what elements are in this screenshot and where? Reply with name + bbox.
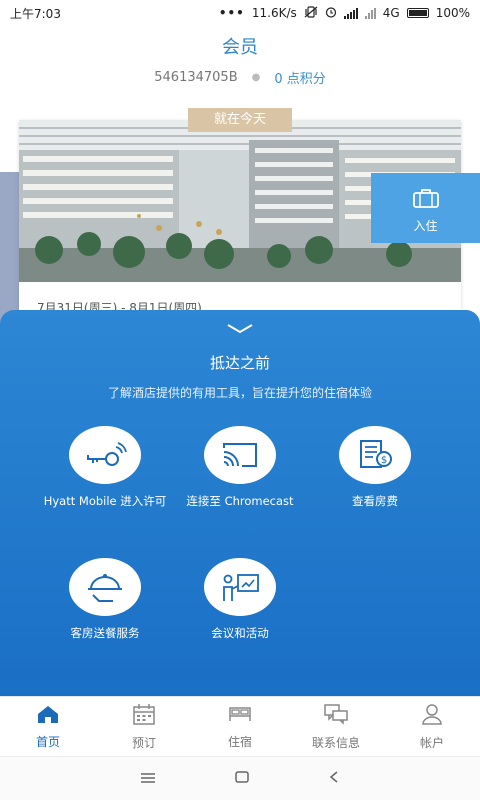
member-id: 546134705B xyxy=(154,70,238,85)
today-badge: 就在今天 xyxy=(188,108,292,132)
bed-icon xyxy=(227,704,253,727)
calendar-icon xyxy=(132,703,156,728)
bill-icon: $ xyxy=(339,426,411,484)
checkin-button[interactable]: 入住 xyxy=(371,173,480,243)
tool-label: 查看房费 xyxy=(352,494,398,508)
home-button-icon[interactable] xyxy=(234,769,250,788)
card-decoration xyxy=(0,172,19,322)
page-title: 会员 xyxy=(222,37,258,58)
cast-icon xyxy=(204,426,276,484)
tool-label: 客房送餐服务 xyxy=(70,626,140,640)
luggage-icon xyxy=(371,187,480,213)
panel-description: 了解酒店提供的有用工具，旨在提升您的住宿体验 xyxy=(107,386,372,400)
tool-meetings-events[interactable]: 会议和活动 xyxy=(170,558,310,641)
points-link[interactable]: 0 点积分 xyxy=(274,68,325,87)
tab-contact[interactable]: 联系信息 xyxy=(288,697,384,756)
tab-account[interactable]: 帐户 xyxy=(384,697,480,756)
tool-chromecast[interactable]: 连接至 Chromecast xyxy=(170,426,310,509)
tab-home[interactable]: 首页 xyxy=(0,697,96,756)
tool-label: 会议和活动 xyxy=(211,626,269,640)
tab-label: 联系信息 xyxy=(311,735,360,750)
network-type: 4G xyxy=(382,6,400,20)
more-dots-icon: ••• xyxy=(218,6,245,20)
vibrate-icon xyxy=(304,5,318,21)
alarm-icon xyxy=(325,6,337,21)
before-arrival-panel: 抵达之前 了解酒店提供的有用工具，旨在提升您的住宿体验 Hyatt Mobile… xyxy=(0,310,480,696)
system-nav-bar xyxy=(0,756,480,800)
back-icon[interactable] xyxy=(328,769,340,788)
battery-icon xyxy=(406,8,429,18)
presentation-icon xyxy=(204,558,276,616)
tool-view-bill[interactable]: $ 查看房费 xyxy=(305,426,445,509)
tab-label: 住宿 xyxy=(227,734,252,749)
key-icon xyxy=(69,426,141,484)
home-icon xyxy=(36,704,60,727)
tool-label: Hyatt Mobile 进入许可 xyxy=(43,494,167,508)
panel-title: 抵达之前 xyxy=(209,354,270,372)
tab-label: 预订 xyxy=(131,735,156,750)
status-bar: 上午7:03 ••• 11.6K/s 4G 100% xyxy=(0,0,480,26)
tool-room-service[interactable]: 客房送餐服务 xyxy=(35,558,175,641)
bottom-tab-bar: 首页 预订 住宿 联系信息 帐户 xyxy=(0,696,480,756)
status-time: 上午7:03 xyxy=(10,6,61,21)
battery-percent: 100% xyxy=(435,6,470,20)
chat-icon xyxy=(323,703,349,728)
chevron-down-icon[interactable] xyxy=(226,320,254,339)
member-header: 会员 546134705B ● 0 点积分 xyxy=(0,28,480,87)
tool-mobile-key[interactable]: Hyatt Mobile 进入许可 xyxy=(35,426,175,509)
network-speed: 11.6K/s xyxy=(251,6,297,20)
room-service-icon xyxy=(69,558,141,616)
signal-icon-2 xyxy=(364,7,376,19)
tab-label: 首页 xyxy=(35,734,60,749)
tool-label: 连接至 Chromecast xyxy=(186,494,294,508)
separator-dot: ● xyxy=(251,72,261,83)
tab-label: 帐户 xyxy=(419,735,444,750)
svg-text:$: $ xyxy=(381,455,387,466)
menu-icon[interactable] xyxy=(140,769,156,788)
signal-icon xyxy=(343,7,358,19)
checkin-label: 入住 xyxy=(413,219,438,233)
tab-stay[interactable]: 住宿 xyxy=(192,697,288,756)
user-icon xyxy=(420,703,444,728)
tab-book[interactable]: 预订 xyxy=(96,697,192,756)
